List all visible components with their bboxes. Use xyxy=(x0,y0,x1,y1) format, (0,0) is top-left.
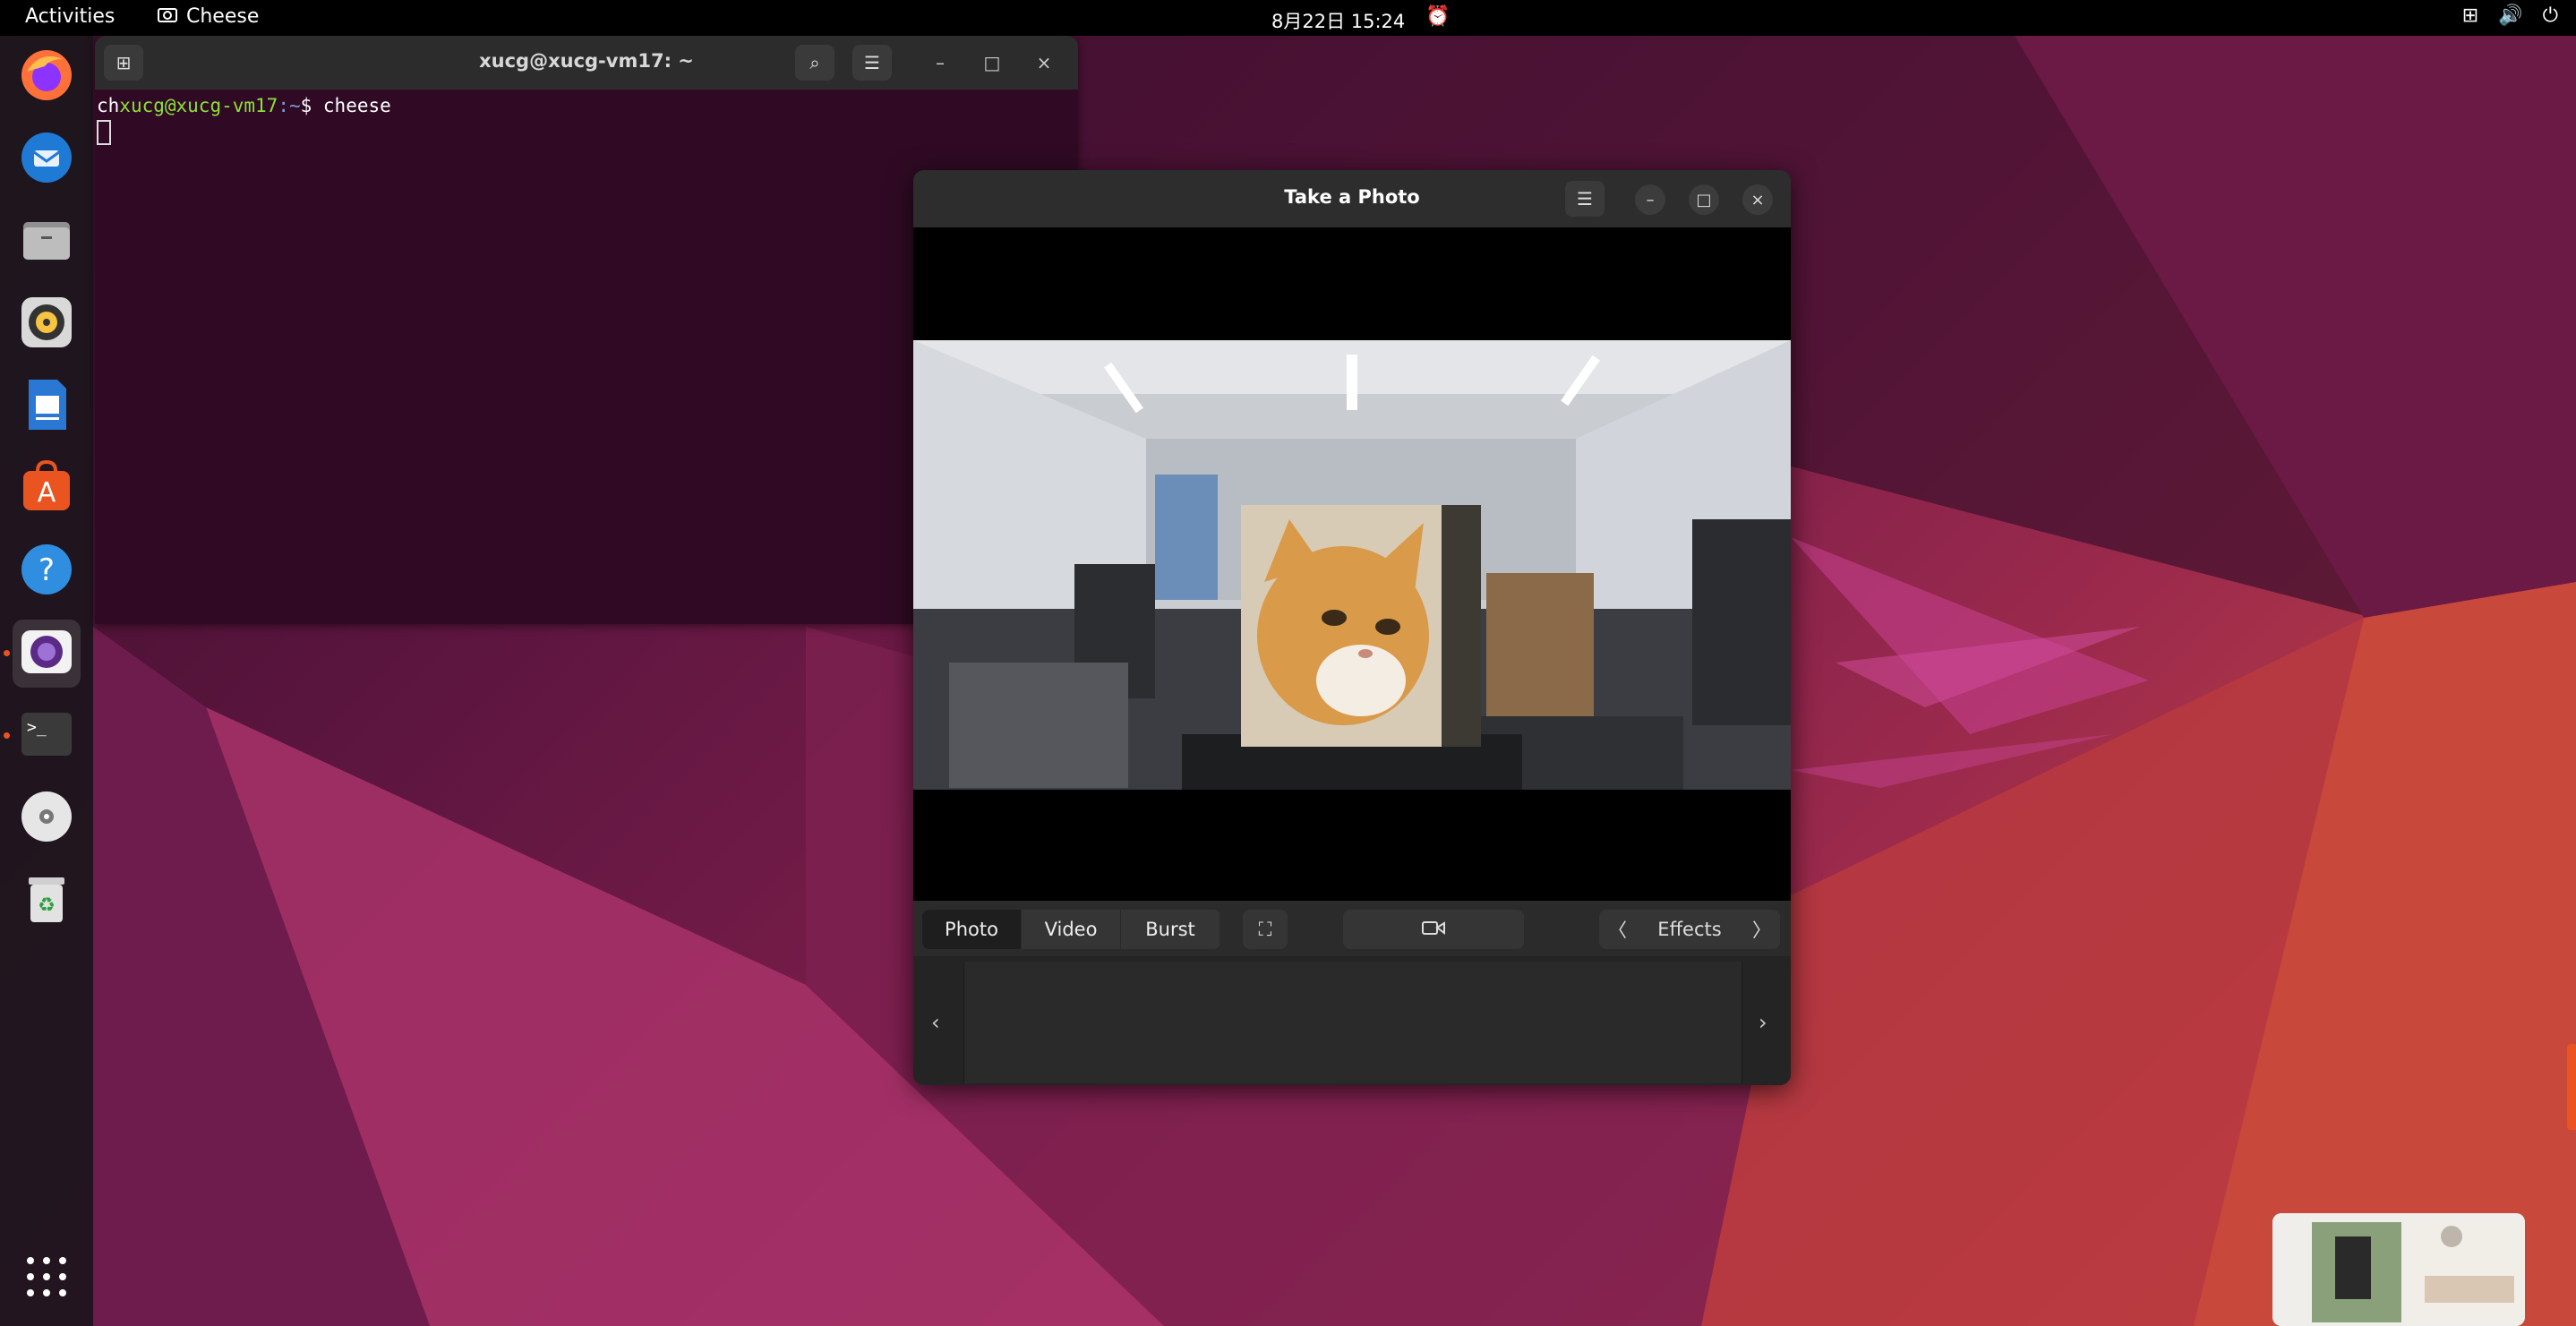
search-icon: ⌕ xyxy=(809,52,820,73)
effects-button[interactable]: Effects xyxy=(1657,919,1721,940)
writer-icon xyxy=(18,376,75,437)
cheese-icon xyxy=(18,623,75,684)
mode-burst-button[interactable]: Burst xyxy=(1121,910,1220,949)
close-button[interactable]: × xyxy=(1030,48,1058,77)
maximize-icon: □ xyxy=(1696,190,1712,210)
terminal-command: cheese xyxy=(322,95,391,116)
take-photo-button[interactable] xyxy=(1343,910,1524,949)
cheese-menu-button[interactable]: ☰ xyxy=(1565,181,1605,217)
maximize-icon: □ xyxy=(983,52,1001,73)
fullscreen-button[interactable]: ⛶ xyxy=(1243,910,1288,949)
trash-icon: ♻ xyxy=(18,870,75,931)
running-indicator xyxy=(4,650,10,656)
thumbnail-next-icon[interactable]: › xyxy=(1759,1010,1767,1035)
camera-icon xyxy=(158,5,177,28)
activities-button[interactable]: Activities xyxy=(25,5,115,28)
files-icon xyxy=(18,211,75,272)
cheese-minimize-button[interactable]: – xyxy=(1635,184,1665,215)
dock: A ? >_ ♻ xyxy=(0,36,93,1326)
svg-text:♻: ♻ xyxy=(38,894,56,917)
minimize-icon: – xyxy=(1646,190,1655,210)
svg-text:?: ? xyxy=(39,552,55,588)
prompt-symbol: $ xyxy=(300,95,323,116)
cheese-close-button[interactable]: × xyxy=(1742,184,1773,215)
desktop-thumbnail[interactable] xyxy=(2272,1213,2525,1326)
running-indicator xyxy=(4,732,10,739)
effects-control[interactable]: 〈 Effects 〉 xyxy=(1599,910,1780,949)
effects-prev-icon[interactable]: 〈 xyxy=(1608,916,1627,943)
alarm-icon: ⏰ xyxy=(1425,5,1451,28)
close-icon: × xyxy=(1750,190,1765,210)
show-apps-button[interactable] xyxy=(13,1245,81,1313)
rhythmbox-icon xyxy=(18,294,75,355)
camera-shutter-icon xyxy=(1422,919,1445,940)
app-menu-label: Cheese xyxy=(186,5,260,28)
effects-next-icon[interactable]: 〉 xyxy=(1752,916,1771,943)
disc-launcher[interactable] xyxy=(13,784,81,852)
top-bar: Activities Cheese 8月22日 15:24 ⏰ ⊞ 🔊 ⏻ xyxy=(0,0,2576,36)
prompt-path: :~ xyxy=(278,95,301,116)
svg-text:A: A xyxy=(38,477,56,509)
cheese-window: Take a Photo ☰ – □ × Photo Video Burst ⛶… xyxy=(913,170,1791,1085)
terminal-icon: >_ xyxy=(18,706,75,766)
writer-launcher[interactable] xyxy=(13,372,81,441)
network-icon: ⊞ xyxy=(2461,4,2479,27)
show-apps-icon xyxy=(23,1253,70,1304)
mode-photo-button[interactable]: Photo xyxy=(922,910,1022,949)
prompt-prefix: ch xyxy=(97,95,120,116)
hamburger-icon: ☰ xyxy=(864,52,880,73)
thunderbird-launcher[interactable] xyxy=(13,125,81,193)
firefox-launcher[interactable] xyxy=(13,43,81,111)
terminal-headerbar: ⊞ xucg@xucg-vm17: ~ ⌕ ☰ – □ × xyxy=(95,36,1078,90)
camera-preview xyxy=(913,340,1791,790)
edge-indicator xyxy=(2567,1044,2576,1130)
maximize-button[interactable]: □ xyxy=(978,48,1006,77)
minimize-button[interactable]: – xyxy=(926,48,954,77)
power-icon: ⏻ xyxy=(2542,4,2558,27)
cheese-launcher[interactable] xyxy=(13,620,81,688)
cheese-headerbar: Take a Photo ☰ – □ × xyxy=(913,170,1791,227)
mode-video-button[interactable]: Video xyxy=(1022,910,1121,949)
files-launcher[interactable] xyxy=(13,208,81,276)
disc-icon xyxy=(18,788,75,849)
thumbnail-view[interactable] xyxy=(963,962,1742,1083)
help-icon: ? xyxy=(18,541,75,602)
text-cursor xyxy=(97,120,111,145)
terminal-output[interactable]: chxucg@xucg-vm17:~$ cheese xyxy=(95,90,1078,150)
fullscreen-icon: ⛶ xyxy=(1258,918,1272,940)
thunderbird-icon xyxy=(18,129,75,190)
cheese-maximize-button[interactable]: □ xyxy=(1689,184,1719,215)
trash-launcher[interactable]: ♻ xyxy=(13,867,81,935)
volume-icon: 🔊 xyxy=(2498,4,2523,27)
app-menu[interactable]: Cheese xyxy=(158,5,259,28)
clock[interactable]: 8月22日 15:24 xyxy=(1271,7,1405,34)
app-center-launcher[interactable]: A xyxy=(13,455,81,523)
svg-text:>_: >_ xyxy=(27,718,47,737)
rhythmbox-launcher[interactable] xyxy=(13,290,81,358)
close-icon: × xyxy=(1036,52,1052,73)
app-center-icon: A xyxy=(18,458,75,519)
terminal-search-button[interactable]: ⌕ xyxy=(795,45,834,81)
thumbnail-prev-icon[interactable]: ‹ xyxy=(931,1010,940,1035)
system-tray[interactable]: ⊞ 🔊 ⏻ xyxy=(2462,4,2558,27)
minimize-icon: – xyxy=(936,52,945,73)
thumbnail-strip: ‹ › xyxy=(913,956,1791,1085)
prompt-user: xucg@xucg-vm17 xyxy=(119,95,278,116)
terminal-launcher[interactable]: >_ xyxy=(13,702,81,770)
hamburger-icon: ☰ xyxy=(1577,188,1593,210)
help-launcher[interactable]: ? xyxy=(13,537,81,605)
terminal-line: chxucg@xucg-vm17:~$ cheese xyxy=(97,95,1076,116)
mode-switcher: Photo Video Burst xyxy=(922,910,1220,949)
camera-viewport xyxy=(913,227,1791,901)
terminal-menu-button[interactable]: ☰ xyxy=(852,45,892,81)
cheese-toolbar: Photo Video Burst ⛶ 〈 Effects 〉 xyxy=(913,901,1791,956)
firefox-icon xyxy=(18,47,75,107)
